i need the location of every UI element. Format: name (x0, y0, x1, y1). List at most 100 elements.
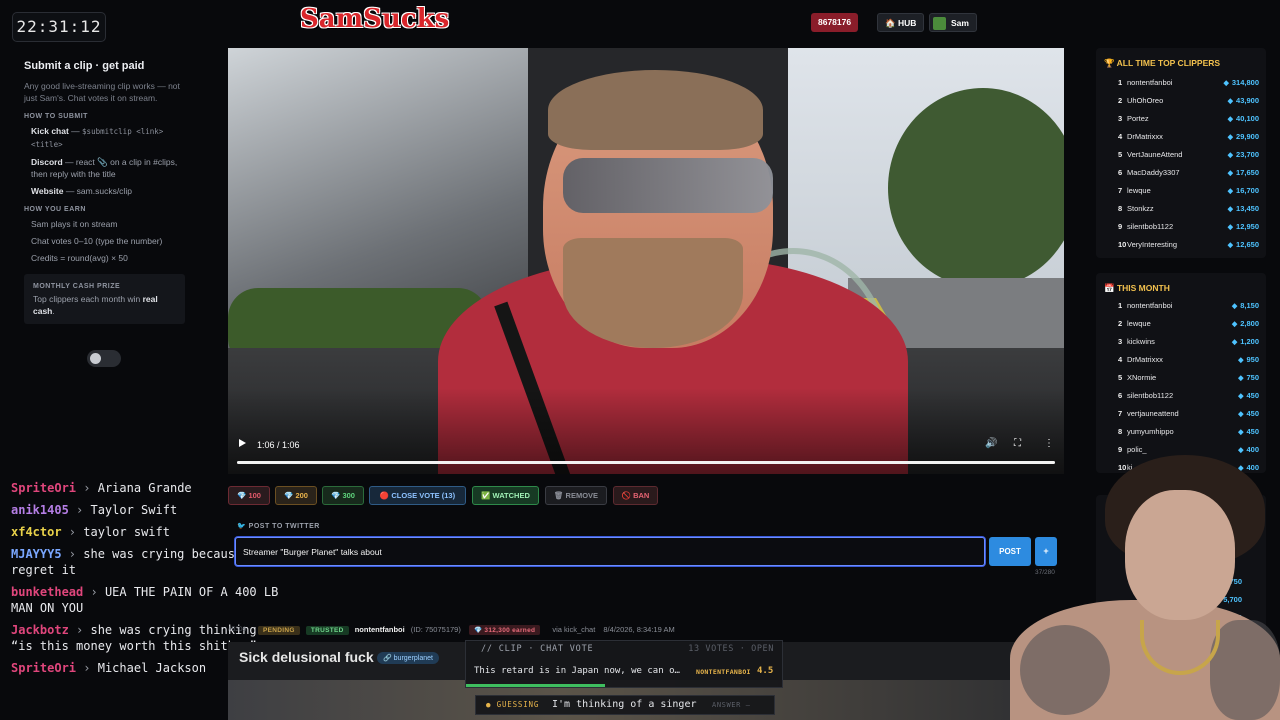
webcam-tattoo-left (1020, 625, 1110, 715)
cash-prize-end: . (52, 306, 55, 316)
leaderboard-name: silentbob1122 (1127, 222, 1174, 231)
leaderboard-name: Stonkzz (1127, 204, 1154, 213)
guessing-answer: ANSWER — (712, 701, 751, 709)
guessing-prompt: I'm thinking of a singer (552, 699, 697, 710)
how-you-earn-heading: HOW YOU EARN (24, 206, 86, 213)
clip-tag[interactable]: 🔗 burgerplanet (377, 652, 439, 664)
chat-separator: › (61, 525, 84, 539)
chat-username[interactable]: MJAYYY5 (11, 547, 62, 561)
gem-icon: ◆ (1227, 206, 1234, 213)
watched-button[interactable]: ✅ WATCHED (472, 486, 539, 505)
hub-button[interactable]: 🏠 HUB (877, 13, 925, 32)
leaderboard-row[interactable]: 7 vertjauneattend ◆ 450 (1104, 409, 1259, 423)
leaderboard-row[interactable]: 3 kickwins ◆ 1,200 (1104, 337, 1259, 351)
leaderboard-row[interactable]: 8 Stonkzz ◆ 13,450 (1104, 204, 1259, 218)
chat-username[interactable]: xf4ctor (11, 525, 62, 539)
leaderboard-row[interactable]: 4 DrMatrixxx ◆ 950 (1104, 355, 1259, 369)
toggle-knob (90, 353, 101, 364)
leaderboard-name: MacDaddy3307 (1127, 168, 1180, 177)
leaderboard-row[interactable]: 8 yumyumhippo ◆ 450 (1104, 427, 1259, 441)
gem-icon: ◆ (1231, 321, 1238, 328)
volume-icon[interactable]: 🔊 (985, 438, 997, 450)
remove-button[interactable]: 🗑 REMOVE (545, 486, 607, 505)
chat-username[interactable]: anik1405 (11, 503, 69, 517)
chat-separator: › (68, 623, 91, 637)
toggle-switch[interactable] (87, 350, 121, 367)
gem-icon: ◆ (1227, 170, 1234, 177)
chat-username[interactable]: bunkethead (11, 585, 83, 599)
chat-username[interactable]: SpriteOri (11, 481, 76, 495)
cash-prize-heading: MONTHLY CASH PRIZE (33, 283, 121, 290)
gem-icon: ◆ (1227, 152, 1234, 159)
award-200-button[interactable]: 💎 200 (275, 486, 317, 505)
chat-text: Michael Jackson (97, 661, 207, 675)
submitter-name[interactable]: nontentfanboi (355, 625, 405, 634)
gem-icon: ◆ (1227, 116, 1234, 123)
chat-separator: › (61, 547, 84, 561)
gems-counter[interactable]: 8678176 (811, 13, 859, 32)
webcam-face (1125, 490, 1235, 620)
avatar (933, 17, 946, 31)
submit-panel: Submit a clip · get paid Any good live-s… (12, 48, 197, 338)
submit-title: Submit a clip · get paid (24, 60, 145, 72)
video-progress-bar[interactable] (237, 461, 1055, 464)
leaderboard-row[interactable]: 10 VeryInteresting ◆ 12,650 (1104, 240, 1259, 254)
gem-icon: ◆ (1238, 357, 1244, 364)
gem-icon: ◆ (1223, 80, 1229, 87)
site-logo[interactable]: SamSucks (300, 4, 449, 40)
leaderboard-row[interactable]: 6 silentbob1122 ◆ 450 (1104, 391, 1259, 405)
award-300-button[interactable]: 💎 300 (322, 486, 364, 505)
ban-button[interactable]: 🚫 BAN (613, 486, 658, 505)
earn-step-3: Credits = round(avg) × 50 (31, 253, 128, 263)
leaderboard-row[interactable]: 7 lewque ◆ 16,700 (1104, 186, 1259, 200)
earned-badge: 💎 312,300 earned (468, 625, 541, 635)
video-player[interactable]: 1:06 / 1:06 🔊 ⛶ ⋮ (228, 48, 1064, 474)
leaderboard-row[interactable]: 4 DrMatrixxx ◆ 29,900 (1104, 132, 1259, 146)
tweet-input[interactable] (235, 537, 985, 566)
video-frame-tree (888, 88, 1064, 288)
play-icon[interactable] (239, 439, 246, 447)
leaderboard-gems-value: 1,200 (1240, 337, 1259, 346)
leaderboard-gems: ◆ 23,700 (1228, 150, 1259, 159)
chat-vote-overlay: // CLIP · CHAT VOTE 13 VOTES · OPEN This… (465, 640, 783, 688)
gem-icon: ◆ (1238, 429, 1244, 436)
gem-icon: ◆ (1227, 188, 1234, 195)
leaderboard-row[interactable]: 1 nontentfanboi ◆ 314,800 (1104, 78, 1259, 92)
streamer-webcam (1010, 450, 1280, 720)
leaderboard-row[interactable]: 5 XNormie ◆ 750 (1104, 373, 1259, 387)
more-options-icon[interactable]: ⋮ (1044, 438, 1054, 450)
leaderboard-row[interactable]: 2 lewque ◆ 2,800 (1104, 319, 1259, 333)
leaderboard-gems-value: 8,150 (1240, 301, 1259, 310)
leaderboard-gems-value: 17,650 (1236, 168, 1259, 177)
leaderboard-gems-value: 29,900 (1236, 132, 1259, 141)
leaderboard-gems-value: 13,450 (1236, 204, 1259, 213)
user-menu[interactable]: Sam (929, 13, 977, 32)
chat-username[interactable]: Jackbotz (11, 623, 69, 637)
leaderboard-gems: ◆ 13,450 (1228, 204, 1259, 213)
guessing-label: ● GUESSING (486, 700, 540, 709)
clip-id: #5306 (228, 626, 247, 633)
twitter-post-label: 🐦 POST TO TWITTER (237, 523, 320, 530)
leaderboard-row[interactable]: 5 VertJauneAttend ◆ 23,700 (1104, 150, 1259, 164)
chat-username[interactable]: SpriteOri (11, 661, 76, 675)
chat-text: Taylor Swift (90, 503, 178, 517)
award-100-button[interactable]: 💎 100 (228, 486, 270, 505)
vote-score: 4.5 (757, 666, 774, 676)
leaderboard-gems: ◆ 40,100 (1228, 114, 1259, 123)
video-frame-beard (563, 238, 743, 348)
leaderboard-row[interactable]: 1 nontentfanboi ◆ 8,150 (1104, 301, 1259, 315)
vote-clip-title: This retard is in Japan now, we can o… (474, 666, 680, 676)
gem-icon: ◆ (1227, 98, 1234, 105)
close-vote-button[interactable]: 🔴 CLOSE VOTE (13) (369, 486, 466, 505)
leaderboard-name: nontentfanboi (1127, 301, 1173, 310)
vote-progress-bar (466, 684, 606, 687)
leaderboard-gems: ◆ 43,900 (1228, 96, 1259, 105)
earn-step-2: Chat votes 0–10 (type the number) (31, 236, 163, 246)
chat-separator: › (76, 481, 98, 495)
leaderboard-row[interactable]: 9 silentbob1122 ◆ 12,950 (1104, 222, 1259, 236)
fullscreen-icon[interactable]: ⛶ (1014, 438, 1026, 450)
leaderboard-row[interactable]: 3 Portez ◆ 40,100 (1104, 114, 1259, 128)
leaderboard-row[interactable]: 2 UhOhOreo ◆ 43,900 (1104, 96, 1259, 110)
leaderboard-row[interactable]: 6 MacDaddy3307 ◆ 17,650 (1104, 168, 1259, 182)
leaderboard-name: nontentfanboi (1127, 78, 1173, 87)
